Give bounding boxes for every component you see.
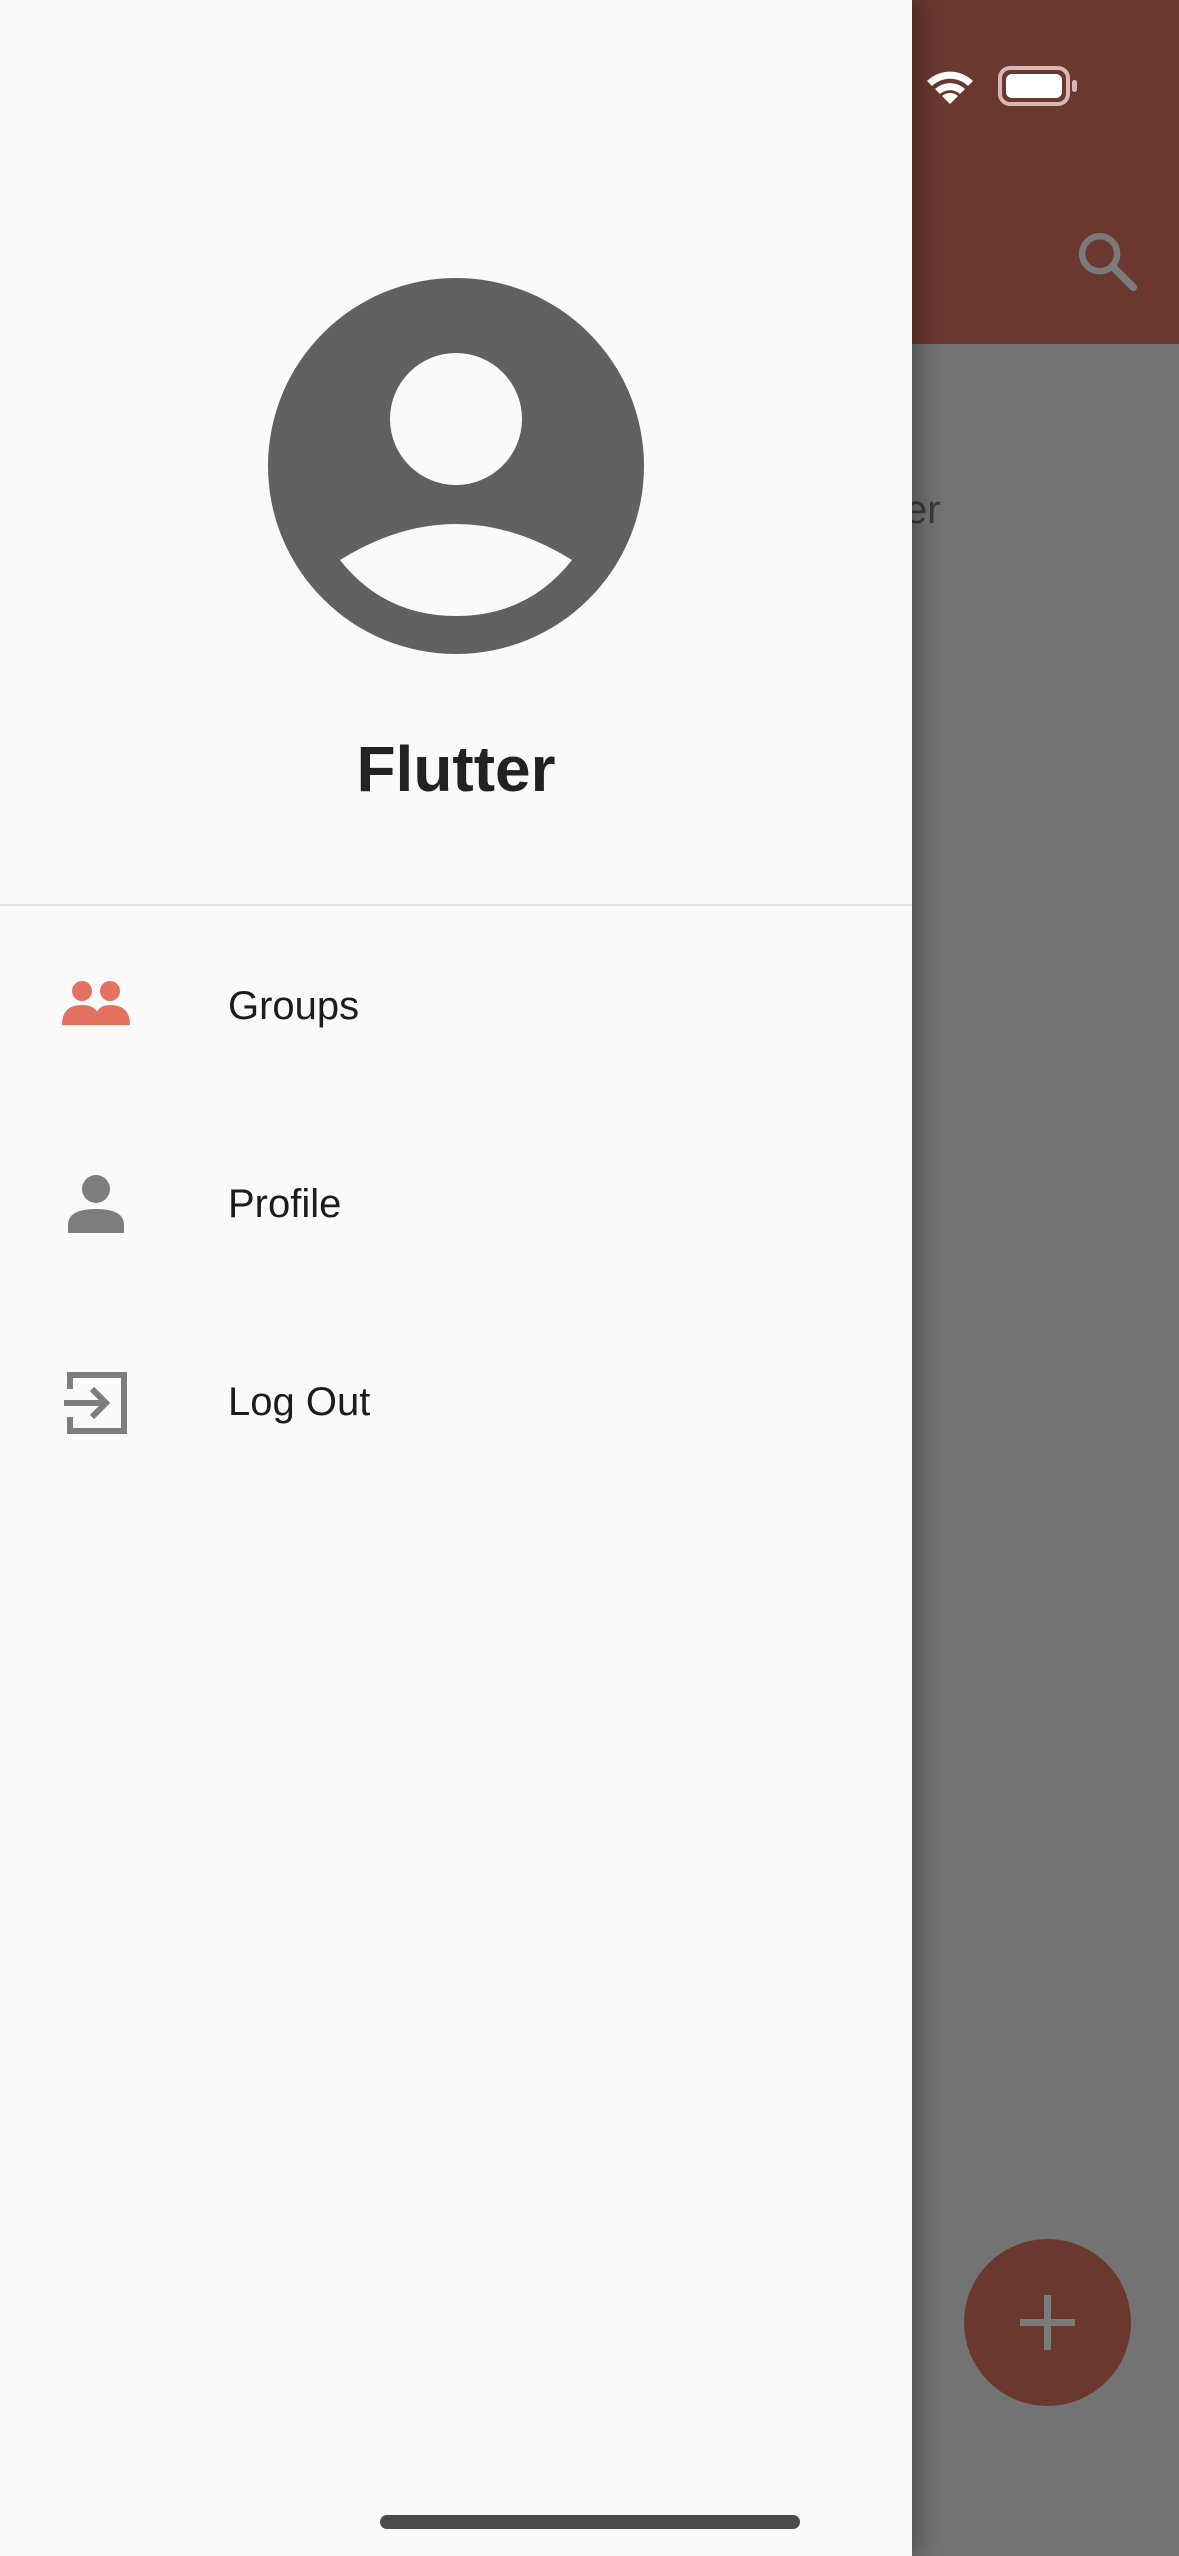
drawer-item-profile[interactable]: Profile [0, 1106, 912, 1304]
search-icon [1079, 233, 1138, 292]
drawer-menu: Groups Profile Log Out [0, 908, 912, 1502]
drawer-item-label: Log Out [228, 1380, 371, 1424]
groups-icon [62, 981, 130, 1025]
account-circle-icon [268, 278, 644, 654]
add-fab-button [964, 2239, 1131, 2406]
drawer-item-label: Profile [228, 1182, 342, 1226]
navigation-drawer: 7:11 Flutter Groups Profile Log Out [0, 0, 912, 2556]
drawer-header: Flutter [0, 0, 912, 906]
drawer-item-groups[interactable]: Groups [0, 908, 912, 1106]
logout-icon [64, 1372, 127, 1434]
user-name: Flutter [356, 733, 556, 805]
person-icon [68, 1175, 124, 1233]
battery-icon [998, 66, 1077, 106]
drawer-item-logout[interactable]: Log Out [0, 1304, 912, 1502]
home-indicator [380, 2515, 800, 2529]
drawer-item-label: Groups [228, 984, 360, 1028]
wifi-icon [927, 71, 973, 104]
